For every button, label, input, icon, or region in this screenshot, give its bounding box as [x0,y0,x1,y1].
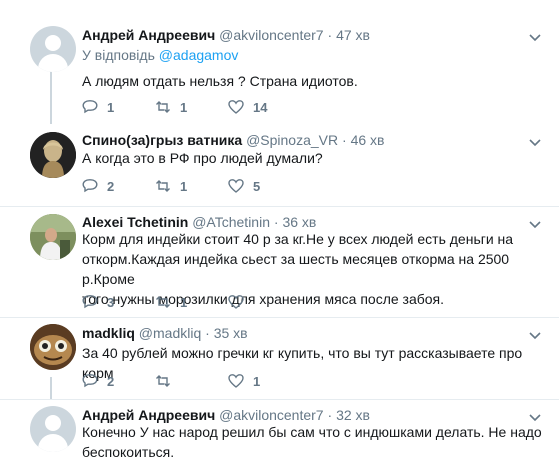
like-button[interactable]: 14 [228,99,267,115]
tweet[interactable]: Андрей Андреевич @akviloncenter7 · 47 хв… [0,0,559,124]
retweet-button[interactable] [155,373,171,389]
retweet-count: 1 [180,99,188,115]
retweet-button[interactable]: 1 [155,99,187,115]
separator: · [327,407,333,423]
user-name[interactable]: Андрей Андреевич [82,407,215,423]
tweet-text: Конечно У нас народ решил бы сам что с и… [82,422,547,462]
user-name[interactable]: Андрей Андреевич [82,27,215,43]
tweet-text-line: Корм для индейки стоит 40 р за кг.Не у в… [82,231,514,247]
reply-icon [82,179,98,193]
timestamp[interactable]: 32 хв [336,407,370,423]
reply-button[interactable]: 3 [82,294,114,310]
retweet-button[interactable]: 1 [155,178,187,194]
retweet-icon [156,375,170,387]
avatar-portrait-image [30,132,76,178]
avatar-photo-image [30,214,76,260]
tweet-text: За 40 рублей можно гречки кг купить, что… [82,345,523,381]
separator: · [327,27,333,43]
tweet-header: Андрей Андреевич @akviloncenter7 · 32 хв [82,407,370,423]
reply-icon [82,374,98,388]
tweet-text: А когда это в РФ про людей думали? [82,150,323,166]
tweet[interactable]: Спино(за)грыз ватника @Spinoza_VR · 46 х… [0,124,559,207]
heart-icon [228,295,244,309]
reply-prefix: У відповідь [82,47,159,63]
tweet[interactable]: madkliq @madkliq · 35 хв За 40 рублей мо… [0,318,559,400]
user-name[interactable]: Alexei Tchetinin [82,214,188,230]
like-button[interactable]: 1 [228,373,260,389]
retweet-icon [156,101,170,113]
retweet-count: 1 [180,178,188,194]
user-handle[interactable]: @akviloncenter7 [219,407,324,423]
reply-button[interactable]: 2 [82,178,114,194]
tweet-header: Alexei Tchetinin @ATchetinin · 36 хв [82,214,316,230]
heart-icon [228,179,244,193]
tweet-text-line: откорм.Каждая индейка сьест за шесть мес… [82,251,510,287]
reply-count: 3 [107,294,115,310]
tweet-text: Корм для индейки стоит 40 р за кг.Не у в… [82,229,547,309]
tweet-header: madkliq @madkliq · 35 хв [82,325,248,341]
separator: · [205,325,210,341]
chevron-down-icon[interactable] [529,329,541,341]
retweet-icon [156,180,170,192]
like-button[interactable] [228,294,244,310]
avatar[interactable] [30,324,76,370]
chevron-down-icon[interactable] [529,31,541,43]
reply-icon [82,100,98,114]
tweet-header: Андрей Андреевич @akviloncenter7 · 47 хв [82,27,370,43]
reply-count: 2 [107,373,115,389]
heart-icon [228,100,244,114]
separator: · [273,214,279,230]
avatar-creature-image [30,324,76,370]
reply-mention-link[interactable]: @adagamov [159,47,239,63]
tweet[interactable]: Alexei Tchetinin @ATchetinin · 36 хв Кор… [0,207,559,318]
tweet-header: Спино(за)грыз ватника @Spinoza_VR · 46 х… [82,132,384,148]
avatar[interactable] [30,132,76,178]
chevron-down-icon[interactable] [529,136,541,148]
user-name[interactable]: madkliq [82,325,135,341]
tweet[interactable]: Андрей Андреевич @akviloncenter7 · 32 хв… [0,400,559,460]
timestamp[interactable]: 35 хв [214,325,248,341]
user-handle[interactable]: @Spinoza_VR [246,132,338,148]
like-count: 14 [253,99,268,115]
user-handle[interactable]: @madkliq [139,325,201,341]
reply-button[interactable]: 1 [82,99,114,115]
avatar[interactable] [30,214,76,260]
reply-context: У відповідь @adagamov [82,47,238,63]
reply-icon [82,295,98,309]
tweet-text-line: того нужны морозилки для хранения мяса п… [82,291,445,307]
like-button[interactable]: 5 [228,178,260,194]
timestamp[interactable]: 47 хв [336,27,370,43]
retweet-button[interactable]: 1 [155,294,187,310]
tweet-text-line: Конечно У нас народ решил бы сам что с и… [82,424,542,440]
separator: · [342,132,347,148]
timestamp[interactable]: 46 хв [351,132,385,148]
user-handle[interactable]: @ATchetinin [192,214,270,230]
retweet-count: 1 [180,294,188,310]
reply-button[interactable]: 2 [82,373,114,389]
timestamp[interactable]: 36 хв [282,214,316,230]
tweet-text-line: беспокоиться. [82,444,175,460]
reply-count: 2 [107,178,115,194]
reply-count: 1 [107,99,115,115]
user-name[interactable]: Спино(за)грыз ватника [82,132,242,148]
heart-icon [228,374,244,388]
tweet-text: А людям отдать нельзя ? Страна идиотов. [82,73,358,89]
like-count: 1 [253,373,261,389]
like-count: 5 [253,178,261,194]
avatar[interactable] [30,26,76,72]
avatar[interactable] [30,406,76,452]
user-handle[interactable]: @akviloncenter7 [219,27,324,43]
retweet-icon [156,296,170,308]
